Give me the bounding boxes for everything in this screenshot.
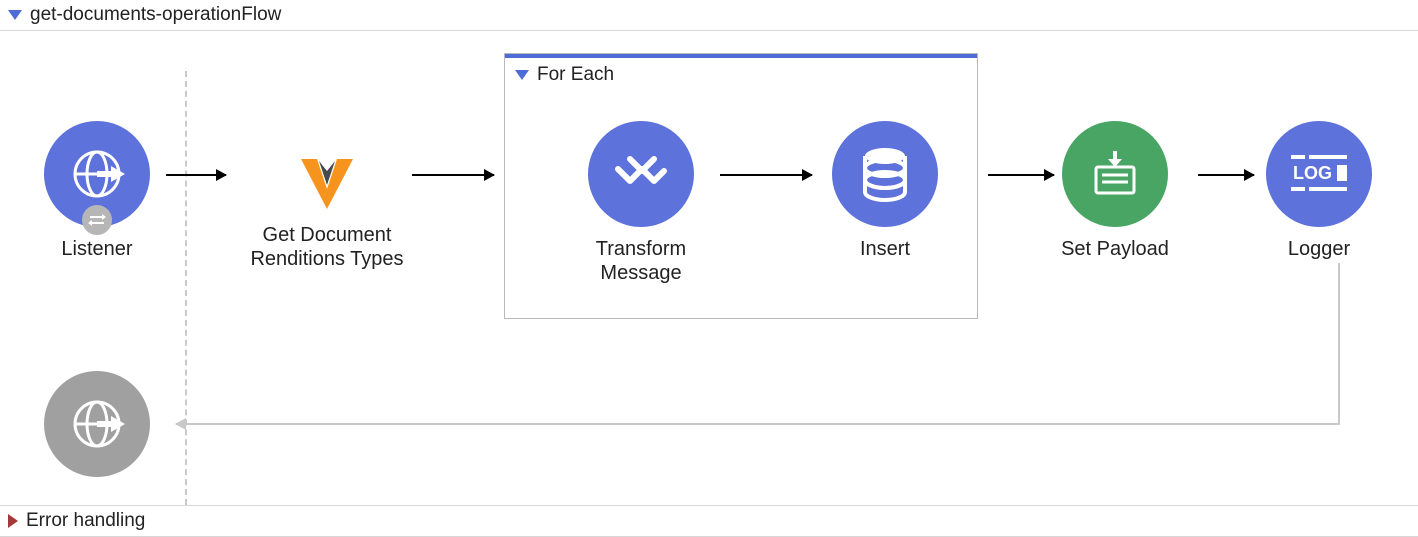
arrow-veeva-to-foreach xyxy=(412,174,494,176)
flow-title: get-documents-operationFlow xyxy=(30,4,281,26)
transform-icon-circle xyxy=(588,121,694,227)
arrow-foreach-to-setpayload xyxy=(988,174,1054,176)
veeva-v-icon xyxy=(297,153,357,213)
arrow-transform-to-insert xyxy=(720,174,812,176)
log-icon: LOG xyxy=(1287,149,1351,199)
source-divider xyxy=(185,71,187,505)
set-payload-icon-circle xyxy=(1062,121,1168,227)
scope-title-text: For Each xyxy=(537,64,614,86)
globe-arrow-icon xyxy=(67,394,127,454)
flow-canvas: For Each Listener xyxy=(0,31,1418,505)
veeva-node[interactable]: Get Document Renditions Types xyxy=(242,153,412,271)
listener-label: Listener xyxy=(12,237,182,261)
set-payload-icon xyxy=(1086,145,1144,203)
listener-icon-circle xyxy=(44,121,150,227)
response-icon-circle xyxy=(44,371,150,477)
triangle-right-icon xyxy=(8,514,18,528)
source-response-node[interactable] xyxy=(12,371,182,477)
return-path-vertical xyxy=(1338,263,1340,423)
scope-title-row[interactable]: For Each xyxy=(505,58,977,92)
logger-node[interactable]: LOG Logger xyxy=(1234,121,1404,261)
logger-icon-circle: LOG xyxy=(1266,121,1372,227)
triangle-down-icon xyxy=(515,70,529,80)
error-handling-header[interactable]: Error handling xyxy=(0,505,1418,537)
database-icon xyxy=(858,144,912,204)
flow-header-row[interactable]: get-documents-operationFlow xyxy=(0,0,1418,31)
insert-node[interactable]: Insert xyxy=(800,121,970,261)
logger-label: Logger xyxy=(1234,237,1404,261)
return-path-horizontal xyxy=(176,423,1340,425)
transform-node[interactable]: Transform Message xyxy=(556,121,726,285)
insert-label: Insert xyxy=(800,237,970,261)
insert-icon-circle xyxy=(832,121,938,227)
arrow-listener-to-veeva xyxy=(166,174,226,176)
veeva-label: Get Document Renditions Types xyxy=(242,223,412,271)
arrow-setpayload-to-logger xyxy=(1198,174,1254,176)
transform-label: Transform Message xyxy=(556,237,726,285)
globe-arrow-icon xyxy=(67,144,127,204)
triangle-down-icon xyxy=(8,10,22,20)
dataweave-icon xyxy=(612,145,670,203)
svg-text:LOG: LOG xyxy=(1293,163,1332,183)
set-payload-node[interactable]: Set Payload xyxy=(1030,121,1200,261)
error-handling-title: Error handling xyxy=(26,510,145,532)
swap-icon xyxy=(88,211,106,229)
listener-node[interactable]: Listener xyxy=(12,121,182,261)
swap-badge xyxy=(82,205,112,235)
set-payload-label: Set Payload xyxy=(1030,237,1200,261)
